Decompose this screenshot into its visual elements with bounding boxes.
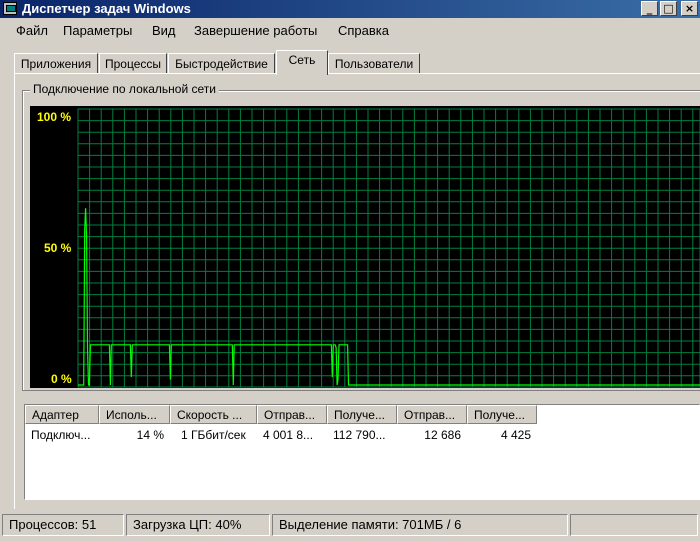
menu-shutdown[interactable]: Завершение работы (194, 23, 317, 38)
status-memory: Выделение памяти: 701МБ / 6 (272, 514, 568, 536)
column-header-utilization[interactable]: Исполь... (99, 405, 170, 424)
tab-applications[interactable]: Приложения (14, 53, 98, 74)
tab-network[interactable]: Сеть (276, 50, 328, 75)
tab-processes[interactable]: Процессы (99, 53, 167, 74)
cell-link-speed: 1 ГБбит/сек (181, 428, 246, 442)
tab-performance[interactable]: Быстродействие (168, 53, 275, 74)
status-cpu-usage: Загрузка ЦП: 40% (126, 514, 270, 536)
status-processes: Процессов: 51 (2, 514, 124, 536)
network-graph-title: Подключение по локальной сети (30, 82, 219, 96)
column-header-bytes-sent[interactable]: Отправ... (257, 405, 327, 424)
cell-bytes-received: 112 790... (333, 428, 386, 442)
status-extra (570, 514, 698, 536)
cell-bytes-sent: 4 001 8... (263, 428, 314, 442)
column-header-sent-per-interval[interactable]: Отправ... (397, 405, 467, 424)
column-header-link-speed[interactable]: Скорость ... (170, 405, 257, 424)
maximize-button[interactable]: □ (660, 1, 677, 16)
column-header-bytes-received[interactable]: Получе... (327, 405, 397, 424)
tab-users[interactable]: Пользователи (328, 53, 420, 74)
cell-adapter: Подключ... (31, 428, 91, 442)
network-chart (77, 108, 700, 388)
menu-options[interactable]: Параметры (63, 23, 132, 38)
close-button[interactable]: × (681, 1, 698, 16)
menu-help[interactable]: Справка (338, 23, 389, 38)
cell-received-per-interval: 4 425 (500, 428, 531, 442)
cell-utilization: 14 % (136, 428, 164, 442)
menu-view[interactable]: Вид (152, 23, 176, 38)
column-header-received-per-interval[interactable]: Получе... (467, 405, 537, 424)
adapters-table: Адаптер Исполь... Скорость ... Отправ...… (24, 404, 700, 500)
menu-file[interactable]: Файл (16, 23, 48, 38)
cell-sent-per-interval: 12 686 (424, 428, 461, 442)
network-utilization-graph: 100 % 50 % 0 % (30, 106, 700, 388)
column-header-adapter[interactable]: Адаптер (25, 405, 99, 424)
status-bar: Процессов: 51 Загрузка ЦП: 40% Выделение… (0, 512, 700, 541)
title-bar[interactable]: Диспетчер задач Windows _ □ × (0, 0, 700, 18)
window-title: Диспетчер задач Windows (22, 1, 191, 16)
task-manager-app-icon[interactable] (3, 2, 17, 15)
menu-bar: Файл Параметры Вид Завершение работы Спр… (0, 20, 700, 42)
minimize-button[interactable]: _ (641, 1, 658, 16)
